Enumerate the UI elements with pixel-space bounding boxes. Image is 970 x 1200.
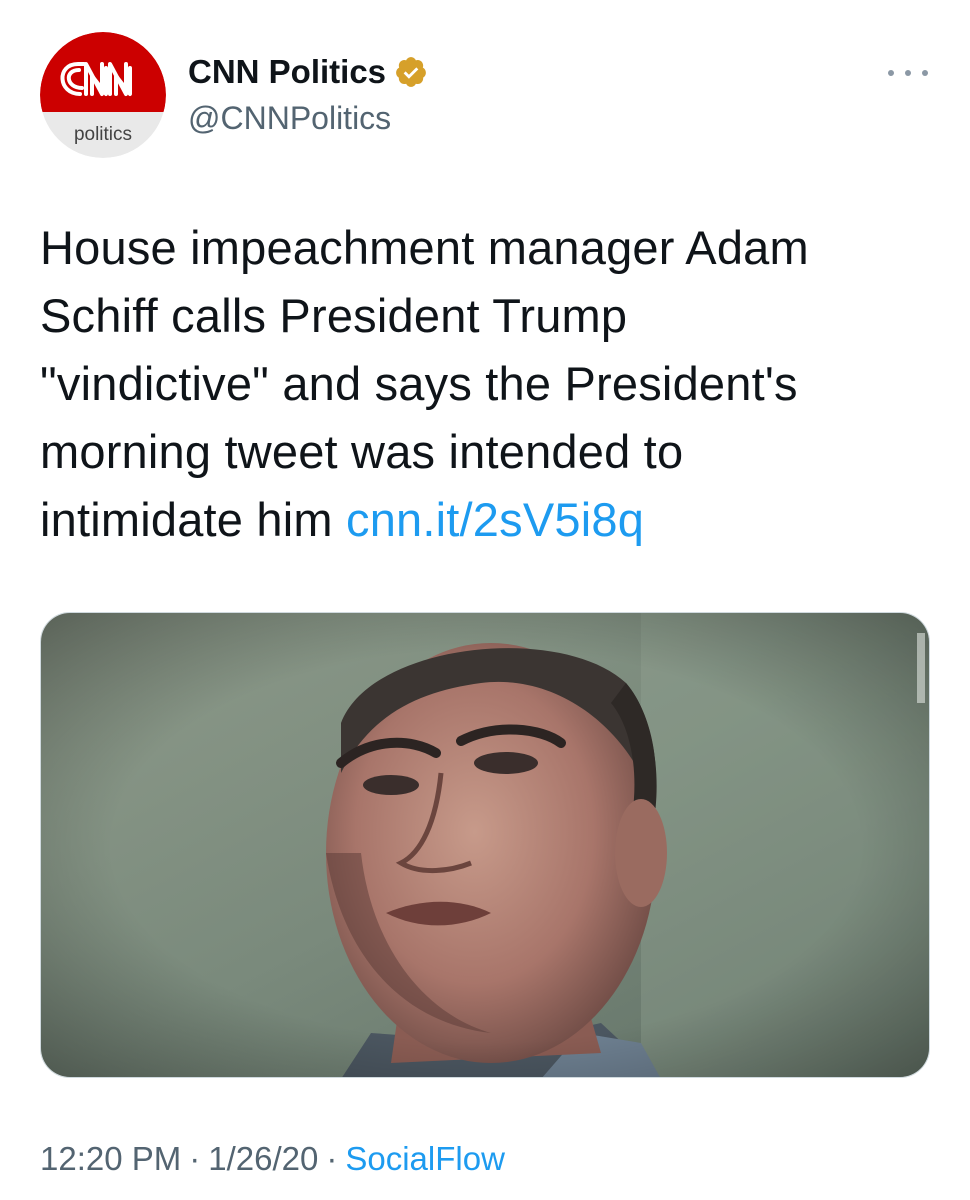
tweet-line-last: intimidate him cnn.it/2sV5i8q — [40, 486, 940, 554]
more-options-button[interactable] — [888, 58, 928, 88]
verified-badge-icon — [394, 55, 428, 89]
avatar-subtext: politics — [74, 124, 132, 145]
tweet-time[interactable]: 12:20 PM — [40, 1140, 181, 1177]
tweet-card: politics CNN Politics @CNNPolitics House… — [0, 0, 970, 1200]
avatar[interactable]: politics — [40, 32, 166, 158]
author-block: CNN Politics @CNNPolitics — [188, 50, 428, 137]
tweet-text: House impeachment manager Adam Schiff ca… — [40, 214, 940, 554]
tweet-link[interactable]: cnn.it/2sV5i8q — [346, 493, 644, 546]
user-handle[interactable]: @CNNPolitics — [188, 100, 428, 137]
separator: · — [326, 1140, 338, 1177]
display-name[interactable]: CNN Politics — [188, 53, 386, 91]
more-dot — [905, 70, 911, 76]
separator: · — [189, 1140, 201, 1177]
more-dot — [922, 70, 928, 76]
tweet-source-link[interactable]: SocialFlow — [345, 1140, 505, 1177]
tweet-date[interactable]: 1/26/20 — [208, 1140, 318, 1177]
tweet-line: intimidate him — [40, 493, 346, 546]
tweet-line: Schiff calls President Trump — [40, 289, 628, 342]
tweet-line: House impeachment manager Adam — [40, 221, 809, 274]
tweet-line: morning tweet was intended to — [40, 425, 684, 478]
tweet-photo[interactable] — [40, 612, 930, 1078]
name-row: CNN Politics — [188, 50, 428, 94]
more-horizontal-icon — [888, 70, 894, 76]
tweet-line: "vindictive" and says the President's — [40, 357, 798, 410]
tweet-metadata: 12:20 PM · 1/26/20 · SocialFlow — [40, 1140, 505, 1178]
